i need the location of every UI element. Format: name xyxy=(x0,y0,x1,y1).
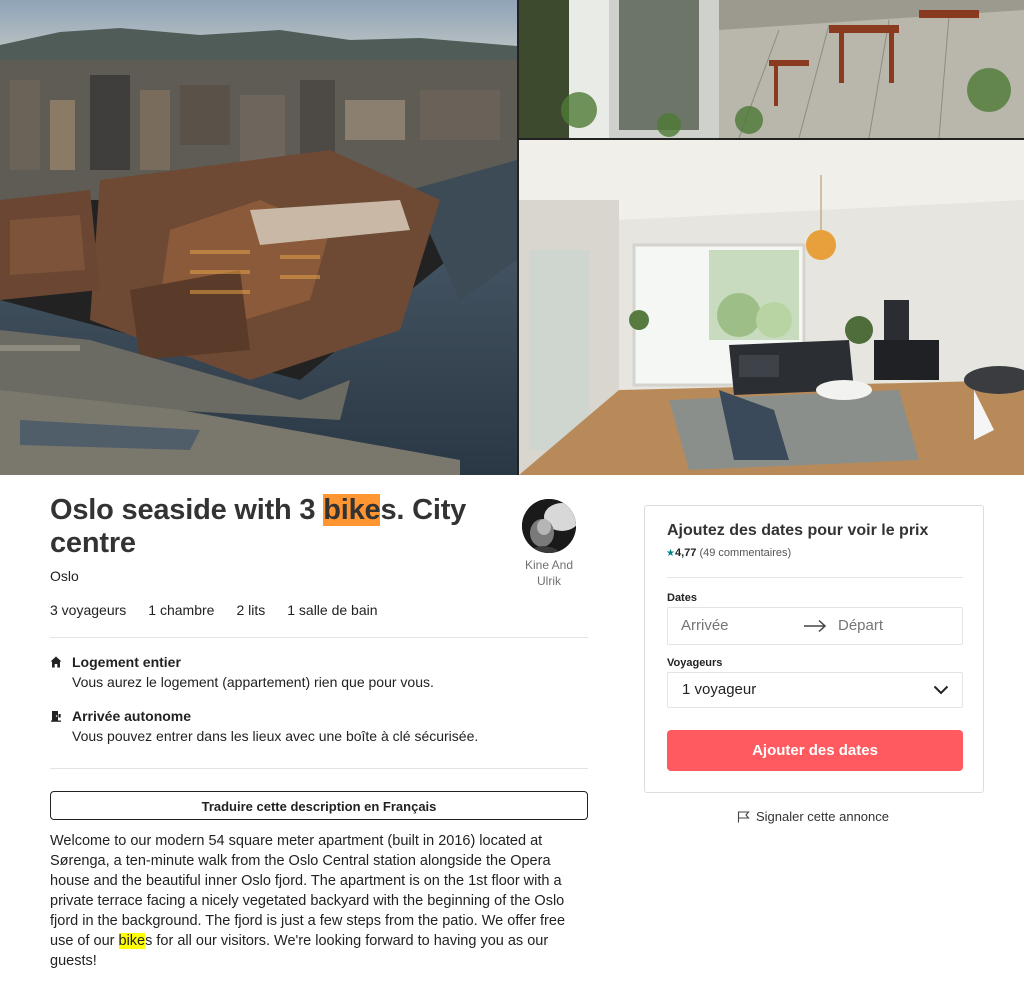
dates-label: Dates xyxy=(667,592,697,604)
description-text-start: Welcome to our modern 54 square meter ap… xyxy=(50,833,566,949)
terrace-photo[interactable] xyxy=(519,0,1024,138)
aerial-oslo-waterfront-photo[interactable] xyxy=(0,0,517,475)
dates-picker: Arrivée Départ xyxy=(667,607,963,645)
listing-stats: 3 voyageurs 1 chambre 2 lits 1 salle de … xyxy=(50,602,378,618)
feature-title: Arrivée autonome xyxy=(72,708,192,724)
add-dates-button[interactable]: Ajouter des dates xyxy=(667,730,963,771)
feature-entire-home: Logement entier Vous aurez le logement (… xyxy=(50,654,588,694)
report-listing-label: Signaler cette annonce xyxy=(756,809,889,824)
listing-description: Welcome to our modern 54 square meter ap… xyxy=(50,831,590,971)
flag-icon xyxy=(737,811,750,823)
guests-select[interactable]: 1 voyageur xyxy=(667,672,963,708)
listing-location[interactable]: Oslo xyxy=(50,568,79,584)
chevron-down-icon xyxy=(933,685,949,695)
photo-gallery xyxy=(0,0,1024,475)
feature-title: Logement entier xyxy=(72,654,181,670)
stat-guests: 3 voyageurs xyxy=(50,602,127,618)
stat-beds: 2 lits xyxy=(236,602,266,618)
description-find-highlight: bike xyxy=(118,933,146,949)
door-key-icon xyxy=(51,711,61,722)
checkin-field[interactable]: Arrivée xyxy=(681,617,729,634)
booking-divider xyxy=(667,577,963,578)
section-divider xyxy=(50,768,588,769)
booking-card: Ajoutez des dates pour voir le prix ★4,7… xyxy=(644,505,984,793)
feature-description: Vous aurez le logement (appartement) rie… xyxy=(72,674,434,690)
host-profile[interactable]: Kine And Ulrik xyxy=(512,499,586,589)
feature-description: Vous pouvez entrer dans les lieux avec u… xyxy=(72,728,479,744)
host-avatar[interactable] xyxy=(522,499,576,553)
report-listing-link[interactable]: Signaler cette annonce xyxy=(737,809,889,824)
stat-bathrooms: 1 salle de bain xyxy=(287,602,378,618)
title-find-highlight: bike xyxy=(323,494,381,526)
booking-rating[interactable]: ★4,77 (49 commentaires) xyxy=(666,547,791,559)
rating-value: 4,77 xyxy=(674,547,697,559)
host-name: Kine And Ulrik xyxy=(524,558,574,588)
arrow-right-icon xyxy=(804,619,827,633)
section-divider xyxy=(50,637,588,638)
star-icon: ★ xyxy=(666,548,675,559)
stat-bedrooms: 1 chambre xyxy=(148,602,215,618)
title-text-start: Oslo seaside with 3 xyxy=(50,494,324,526)
rating-count: (49 commentaires) xyxy=(699,547,792,559)
guests-label: Voyageurs xyxy=(667,657,723,669)
checkout-field[interactable]: Départ xyxy=(838,617,883,634)
home-icon xyxy=(50,656,62,668)
guests-value: 1 voyageur xyxy=(682,681,757,698)
feature-self-checkin: Arrivée autonome Vous pouvez entrer dans… xyxy=(50,708,588,748)
listing-title: Oslo seaside with 3 bikes. City centre xyxy=(50,494,500,560)
translate-description-button[interactable]: Traduire cette description en Français xyxy=(50,791,588,820)
booking-title: Ajoutez des dates pour voir le prix xyxy=(667,522,929,539)
living-room-photo[interactable] xyxy=(519,140,1024,475)
